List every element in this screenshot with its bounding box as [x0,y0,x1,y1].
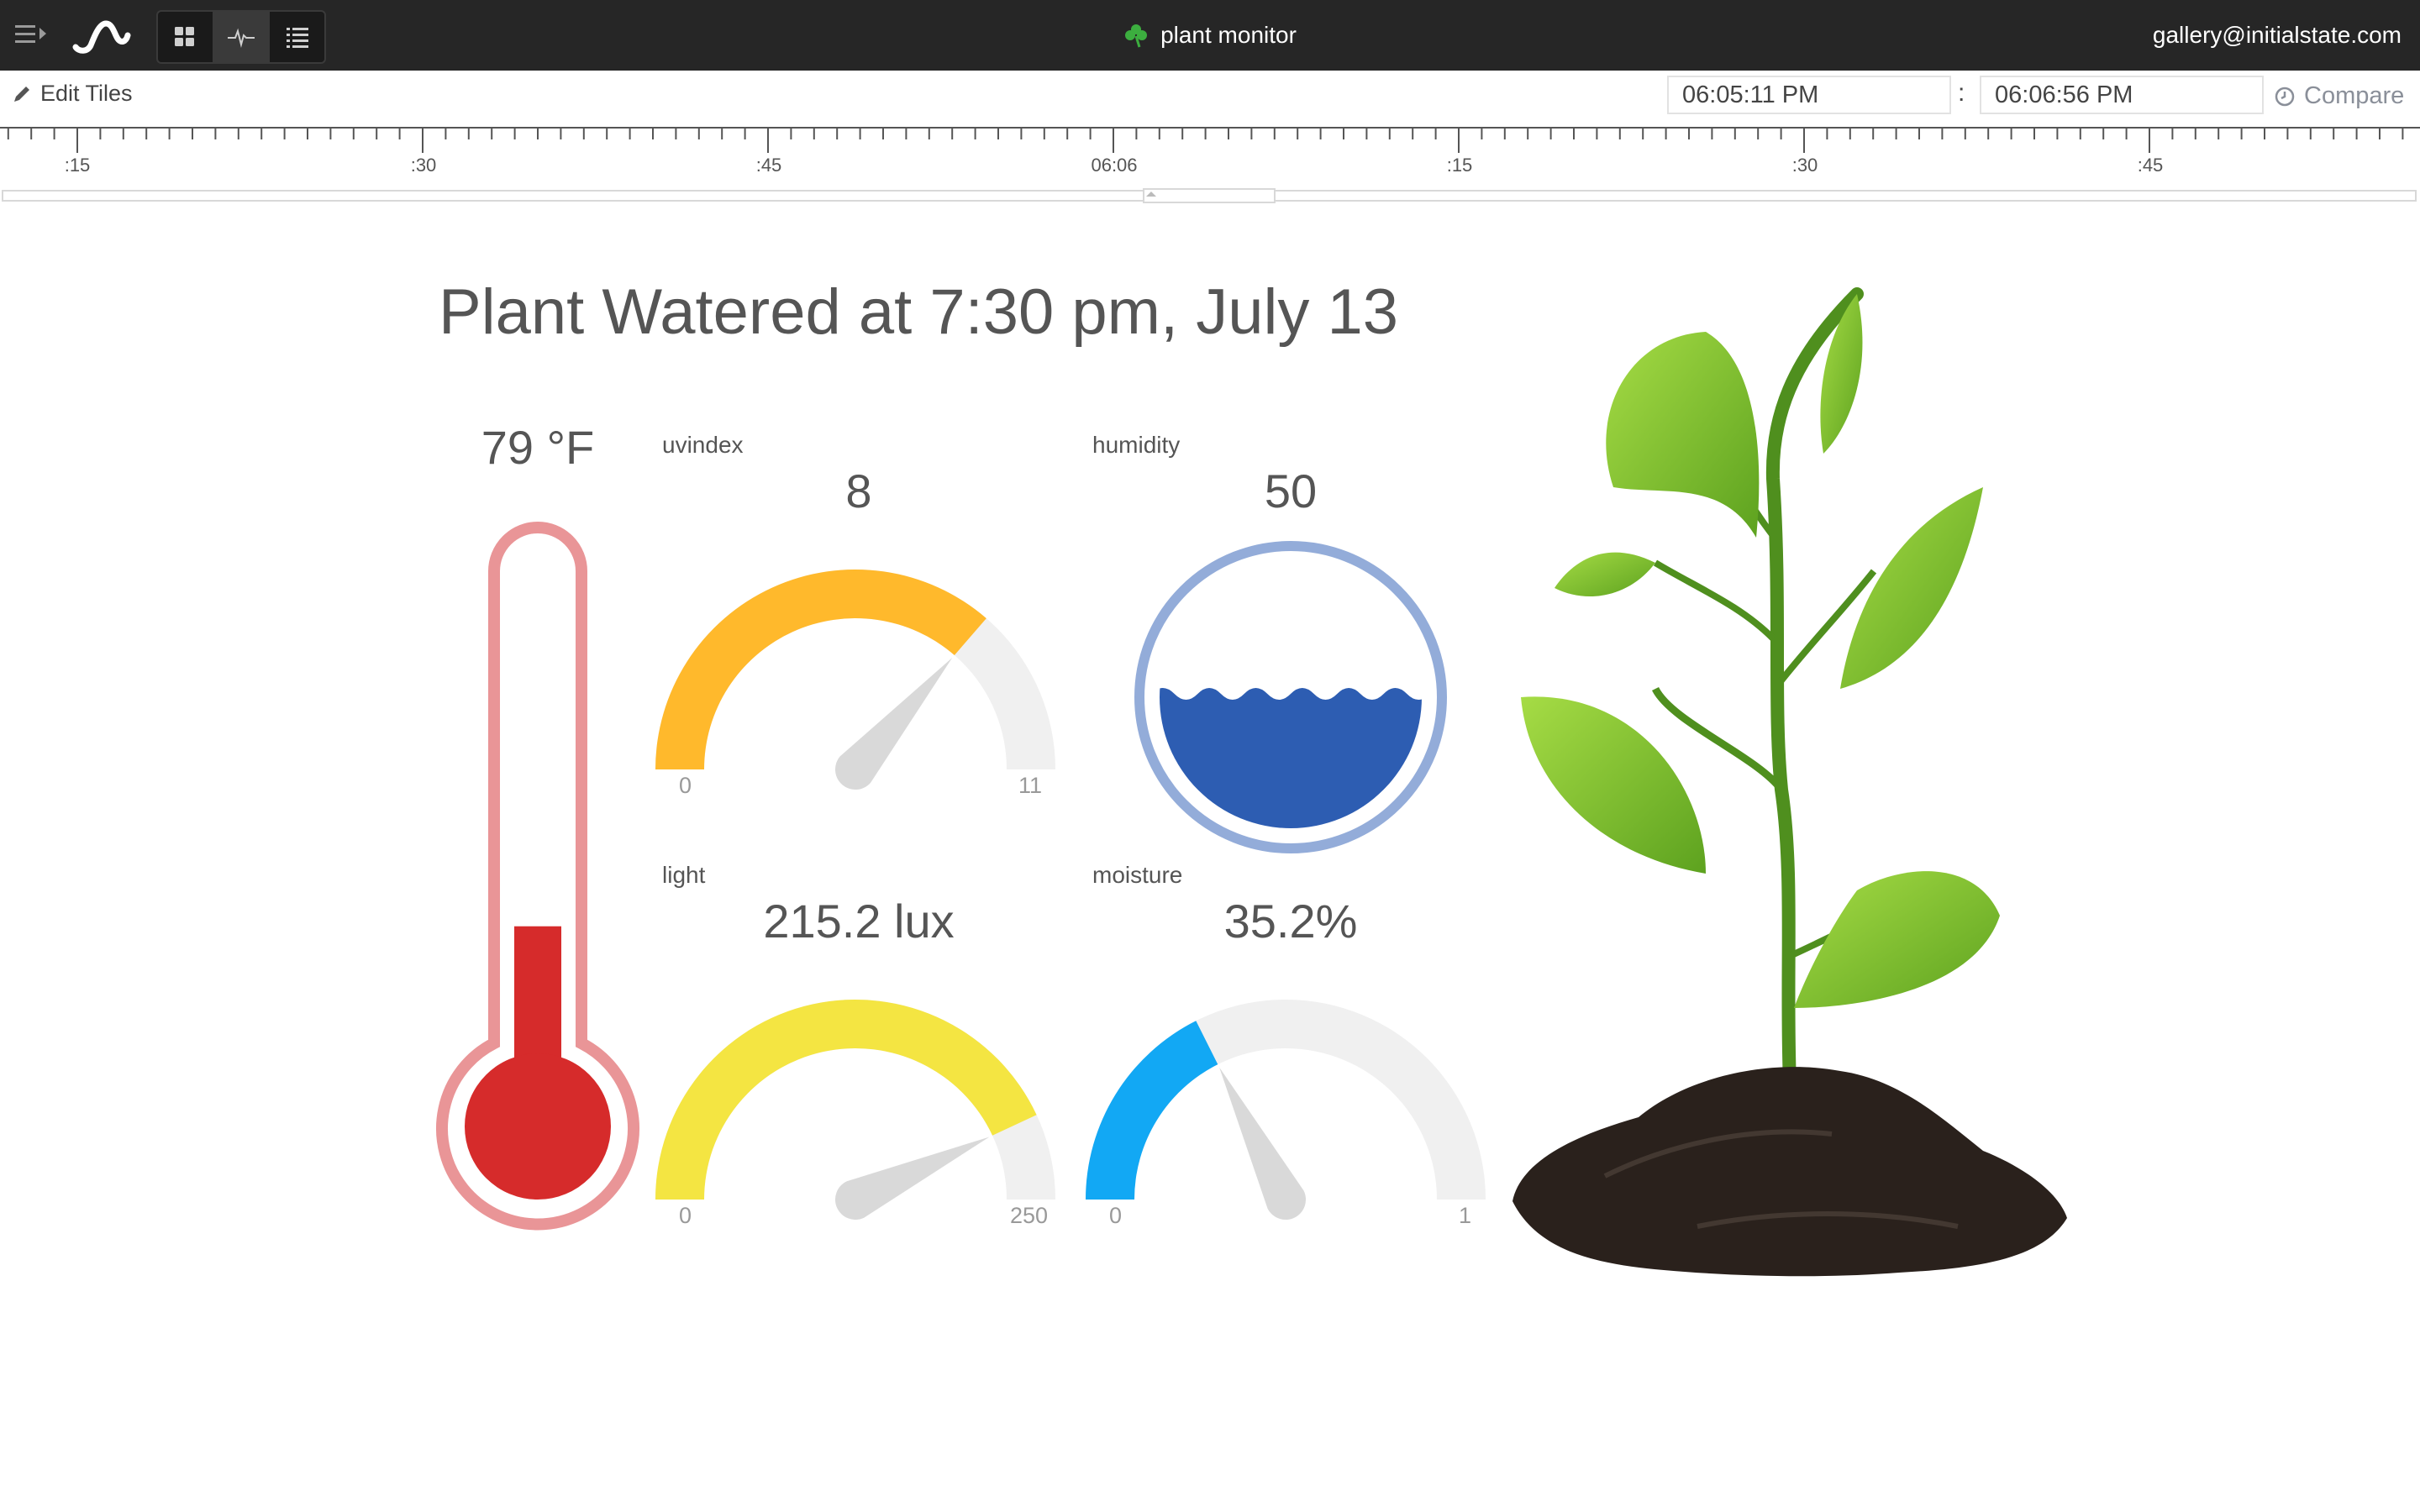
temperature-tile[interactable]: 79 °F [420,412,655,1235]
uvindex-min-label: 0 [679,773,692,798]
bucket-title[interactable]: plant monitor [1160,22,1297,49]
hamburger-menu-icon[interactable] [13,20,54,50]
moisture-min-label: 0 [1109,1203,1123,1228]
dashboard-title: Plant Watered at 7:30 pm, July 13 [439,276,1399,348]
timeline-scrubber[interactable]: :15 :30 :45 06:06 :15 :30 :45 [0,116,2420,205]
thermometer-gauge [436,522,639,1231]
moisture-max-label: 1 [1459,1203,1472,1228]
waveform-icon [228,28,255,48]
light-gauge [655,999,1055,1220]
list-icon [286,28,308,48]
moisture-label: moisture [1092,862,1183,888]
compare-button[interactable]: Compare [2274,82,2404,110]
top-bar: plant monitor gallery@initialstate.com [0,0,2420,71]
uvindex-max-label: 11 [1018,773,1043,798]
edit-tiles-button[interactable]: Edit Tiles [12,81,133,107]
gauge-value-arc [1086,1021,1218,1200]
timeline-ticks [0,127,2420,153]
plant-seedling-image [1512,287,2067,1277]
pencil-icon [14,86,29,102]
compare-label: Compare [2304,82,2405,109]
light-min-label: 0 [679,1203,692,1228]
start-time-input[interactable]: 06:05:11 PM [1667,76,1951,114]
uvindex-gauge [655,569,1055,790]
uvindex-tile[interactable]: uvindex 8 0 11 [655,428,1076,815]
tick-label: :45 [2137,155,2164,176]
edit-tiles-label: Edit Tiles [40,81,133,106]
view-switcher [156,10,326,64]
grid-icon [175,27,195,46]
humidity-tile[interactable]: humidity 50 [1086,428,1506,853]
clock-icon [2275,87,2295,106]
tick-label: :45 [755,155,782,176]
gauge-needle [1219,1067,1307,1221]
uvindex-label: uvindex [662,432,744,458]
waves-view-button[interactable] [213,12,271,62]
gauge-needle [835,1137,990,1220]
light-label: light [662,862,706,888]
caret-up-icon [1146,192,1156,197]
bucket-title-bar: plant monitor [0,0,2420,71]
light-max-label: 250 [1010,1203,1049,1228]
plant-image-tile[interactable] [1504,286,2075,1294]
tick-label: :30 [410,155,437,176]
moisture-value: 35.2% [1223,895,1358,948]
humidity-value: 50 [1264,465,1318,517]
light-value: 215.2 lux [763,895,955,948]
tick-label: :30 [1791,155,1818,176]
gauge-needle [834,657,953,790]
moisture-tile[interactable]: moisture 35.2% 0 1 [1086,858,1506,1245]
end-time-input[interactable]: 06:06:56 PM [1980,76,2264,114]
lines-view-button[interactable] [270,12,324,62]
tick-label: 06:06 [1091,155,1138,176]
gauge-value-arc [655,570,986,769]
humidity-label: humidity [1092,432,1181,458]
light-tile[interactable]: light 215.2 lux 0 250 [655,858,1076,1245]
tick-label: :15 [64,155,91,176]
uvindex-value: 8 [845,465,872,517]
tiles-view-button[interactable] [158,12,214,62]
tick-label: :15 [1446,155,1473,176]
user-account[interactable]: gallery@initialstate.com [2153,0,2402,71]
initial-state-logo-icon[interactable] [71,13,131,57]
shamrock-icon [1125,24,1148,48]
gauge-value-arc [655,1000,1037,1200]
timeline-range-handle[interactable] [1143,188,1276,203]
time-range-separator: : [1958,79,1965,107]
moisture-gauge [1086,999,1486,1221]
thermometer-bulb [465,1053,611,1200]
sub-toolbar: Edit Tiles 06:05:11 PM : 06:06:56 PM Com… [0,71,2420,119]
humidity-tank-gauge [1134,541,1447,853]
